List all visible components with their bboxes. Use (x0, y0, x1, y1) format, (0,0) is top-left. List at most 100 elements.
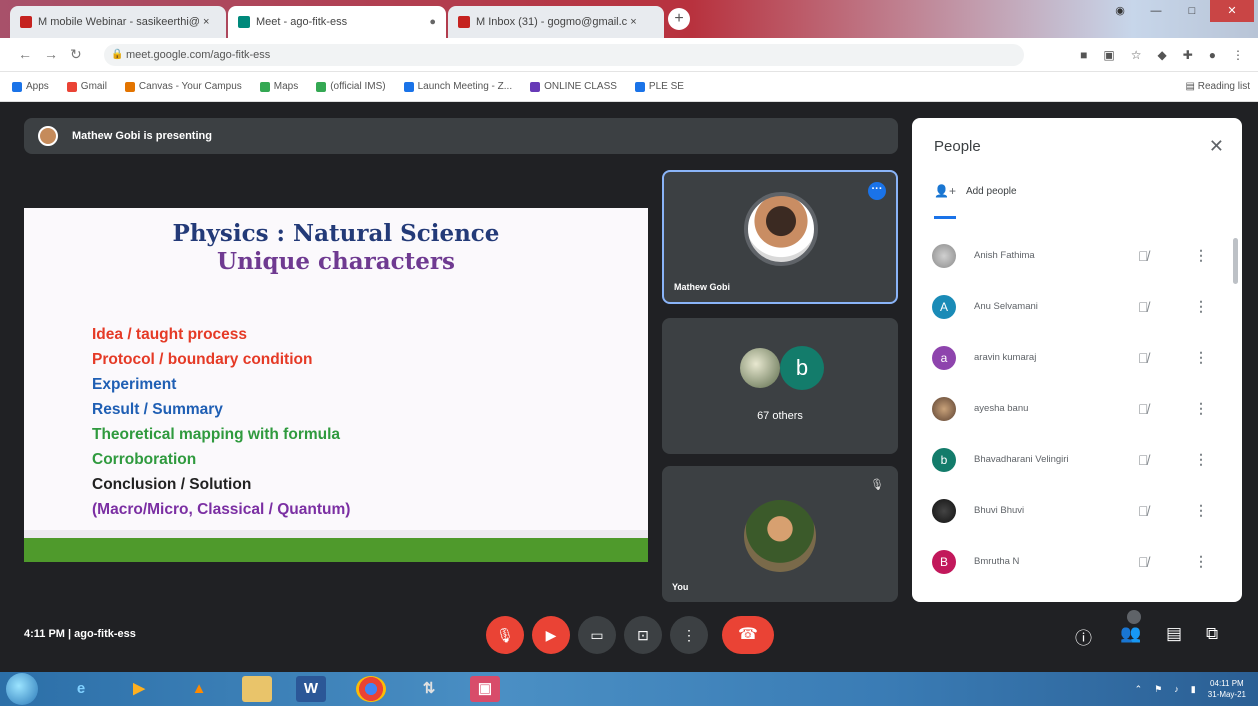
address-bar-row: ← → ↻ 🔒 meet.google.com/ago-fitk-ess ■ ▣… (0, 38, 1258, 72)
more-vert-icon[interactable]: ⋮ (1194, 553, 1208, 570)
profile-icon[interactable]: ◉ (1102, 0, 1138, 22)
bookmark-apps[interactable]: Apps (12, 81, 49, 92)
participant-avatar: a (932, 345, 956, 370)
add-people-label: Add people (965, 185, 1017, 197)
present-now-button[interactable]: ⊡ (624, 616, 662, 654)
ie-icon[interactable]: e (66, 676, 96, 702)
list-item[interactable]: Anish Fathima 🎙̸ ⋮ (912, 230, 1232, 281)
speaker-icon[interactable]: ♪ (1174, 684, 1179, 694)
bookmark-ims[interactable]: (official IMS) (316, 81, 386, 92)
signal-icon[interactable]: ▮ (1191, 684, 1196, 695)
bookmark-ple[interactable]: PLE SE (634, 81, 684, 92)
app-icon[interactable]: ▣ (470, 676, 500, 702)
close-window-button[interactable]: ✕ (1210, 0, 1254, 22)
slide-subtitle: Unique characters (217, 248, 455, 275)
menu-icon[interactable]: ⋮ (1232, 48, 1244, 62)
puzzle-icon[interactable]: ✚ (1183, 48, 1193, 62)
minimize-button[interactable]: — (1138, 0, 1174, 22)
extension-icons: ■ ▣ ☆ ◆ ✚ ● ⋮ (1080, 48, 1244, 62)
presenter-tile[interactable]: ··· Mathew Gobi (662, 170, 898, 304)
mic-off-icon: 🎙 (870, 479, 884, 491)
bookmark-maps[interactable]: Maps (259, 81, 298, 92)
start-button[interactable] (6, 673, 38, 705)
add-people-button[interactable]: 👤+ Add people (934, 184, 1017, 198)
scrollbar[interactable] (1233, 238, 1238, 284)
url-text: meet.google.com/ago-fitk-ess (126, 49, 271, 61)
bookmark-label: ONLINE CLASS (544, 81, 617, 92)
more-vert-icon[interactable]: ⋮ (1194, 502, 1208, 519)
activities-icon[interactable]: ⧉ (1206, 624, 1218, 644)
vlc-icon[interactable]: ▲ (184, 676, 214, 702)
captions-button[interactable]: ▭ (578, 616, 616, 654)
list-item[interactable]: ayesha banu 🎙̸ ⋮ (912, 383, 1232, 434)
mic-off-icon: 🎙̸ (1138, 451, 1149, 468)
more-vert-icon[interactable]: ⋮ (1194, 451, 1208, 468)
reload-icon[interactable]: ↻ (70, 46, 82, 63)
gmail-favicon-icon (458, 16, 470, 28)
more-vert-icon[interactable]: ⋮ (1194, 298, 1208, 315)
bookmark-canvas[interactable]: Canvas - Your Campus (124, 81, 242, 92)
tab-indicator (934, 216, 956, 219)
cast-icon[interactable]: ▣ (1103, 48, 1114, 62)
participant-name: aravin kumaraj (974, 352, 1037, 363)
camera-icon[interactable]: ■ (1080, 48, 1087, 62)
bookmark-gmail[interactable]: Gmail (66, 81, 107, 92)
participant-avatar (932, 498, 956, 523)
mic-off-icon: 🎙̸ (1138, 349, 1149, 366)
camera-toggle-button[interactable]: ▶ (532, 616, 570, 654)
slide-item: Conclusion / Solution (92, 476, 252, 493)
avatar-icon[interactable]: ● (1209, 48, 1216, 62)
more-vert-icon[interactable]: ⋮ (1194, 349, 1208, 366)
slide-item: Protocol / boundary condition (92, 351, 313, 368)
people-icon[interactable]: 👥 (1120, 624, 1141, 644)
participant-list: Anish Fathima 🎙̸ ⋮ A Anu Selvamani 🎙̸ ⋮ … (912, 230, 1232, 587)
more-vert-icon[interactable]: ⋮ (1194, 247, 1208, 264)
list-item[interactable]: Bhuvi Bhuvi 🎙̸ ⋮ (912, 485, 1232, 536)
browser-tab-3[interactable]: M Inbox (31) - gogmo@gmail.c × (448, 6, 664, 38)
self-tile[interactable]: 🎙 You (662, 466, 898, 602)
media-player-icon[interactable]: ▶ (124, 676, 154, 702)
online-class-icon (530, 81, 541, 92)
maximize-button[interactable]: □ (1174, 0, 1210, 22)
browser-tab-2[interactable]: Meet - ago-fitk-ess ● (228, 6, 446, 38)
gmail-icon (66, 81, 77, 92)
leave-call-button[interactable]: ☎ (722, 616, 774, 654)
more-vert-icon[interactable]: ⋮ (1194, 400, 1208, 417)
new-tab-button[interactable]: + (668, 8, 690, 30)
back-icon[interactable]: ← (18, 46, 32, 62)
close-tab-icon[interactable]: ● (429, 16, 436, 28)
mic-toggle-button[interactable]: 🎙 (486, 616, 524, 654)
info-icon[interactable]: ⓘ (1075, 624, 1092, 649)
chat-icon[interactable]: ▤ (1166, 624, 1182, 644)
clock[interactable]: 04:11 PM 31-May-21 (1208, 678, 1246, 700)
list-item[interactable]: a aravin kumaraj 🎙̸ ⋮ (912, 332, 1232, 383)
bookmark-zoom[interactable]: Launch Meeting - Z... (403, 81, 512, 92)
presenter-name: Mathew Gobi (674, 282, 730, 292)
tab-label: Meet - ago-fitk-ess (256, 16, 348, 28)
participant-name: Anish Fathima (974, 250, 1035, 261)
tray-arrow-icon[interactable]: ⌃ (1135, 684, 1143, 695)
url-input[interactable]: 🔒 meet.google.com/ago-fitk-ess (104, 44, 1024, 66)
bookmark-online-class[interactable]: ONLINE CLASS (530, 81, 617, 92)
extension-icon[interactable]: ◆ (1157, 48, 1166, 62)
forward-icon[interactable]: → (44, 46, 58, 62)
self-photo (744, 500, 816, 572)
star-icon[interactable]: ☆ (1131, 48, 1142, 62)
browser-tab-1[interactable]: M mobile Webinar - sasikeerthi@ × (10, 6, 226, 38)
browser-tab-bar: M mobile Webinar - sasikeerthi@ × Meet -… (0, 0, 1258, 38)
network-app-icon[interactable]: ⇅ (414, 676, 444, 702)
flag-icon[interactable]: ⚑ (1154, 684, 1162, 695)
chrome-icon[interactable] (356, 676, 386, 702)
close-icon[interactable]: ✕ (1209, 136, 1224, 157)
reading-list-button[interactable]: ▤ Reading list (1186, 81, 1251, 92)
more-options-button[interactable]: ⋮ (670, 616, 708, 654)
canvas-icon (124, 81, 135, 92)
list-item[interactable]: B Bmrutha N 🎙̸ ⋮ (912, 536, 1232, 587)
folder-icon[interactable] (242, 676, 272, 702)
mic-off-icon: 🎙̸ (1138, 298, 1149, 315)
more-options-icon[interactable]: ··· (868, 182, 886, 200)
word-icon[interactable]: W (296, 676, 326, 702)
list-item[interactable]: A Anu Selvamani 🎙̸ ⋮ (912, 281, 1232, 332)
list-item[interactable]: b Bhavadharani Velingiri 🎙̸ ⋮ (912, 434, 1232, 485)
others-tile[interactable]: b 67 others (662, 318, 898, 454)
